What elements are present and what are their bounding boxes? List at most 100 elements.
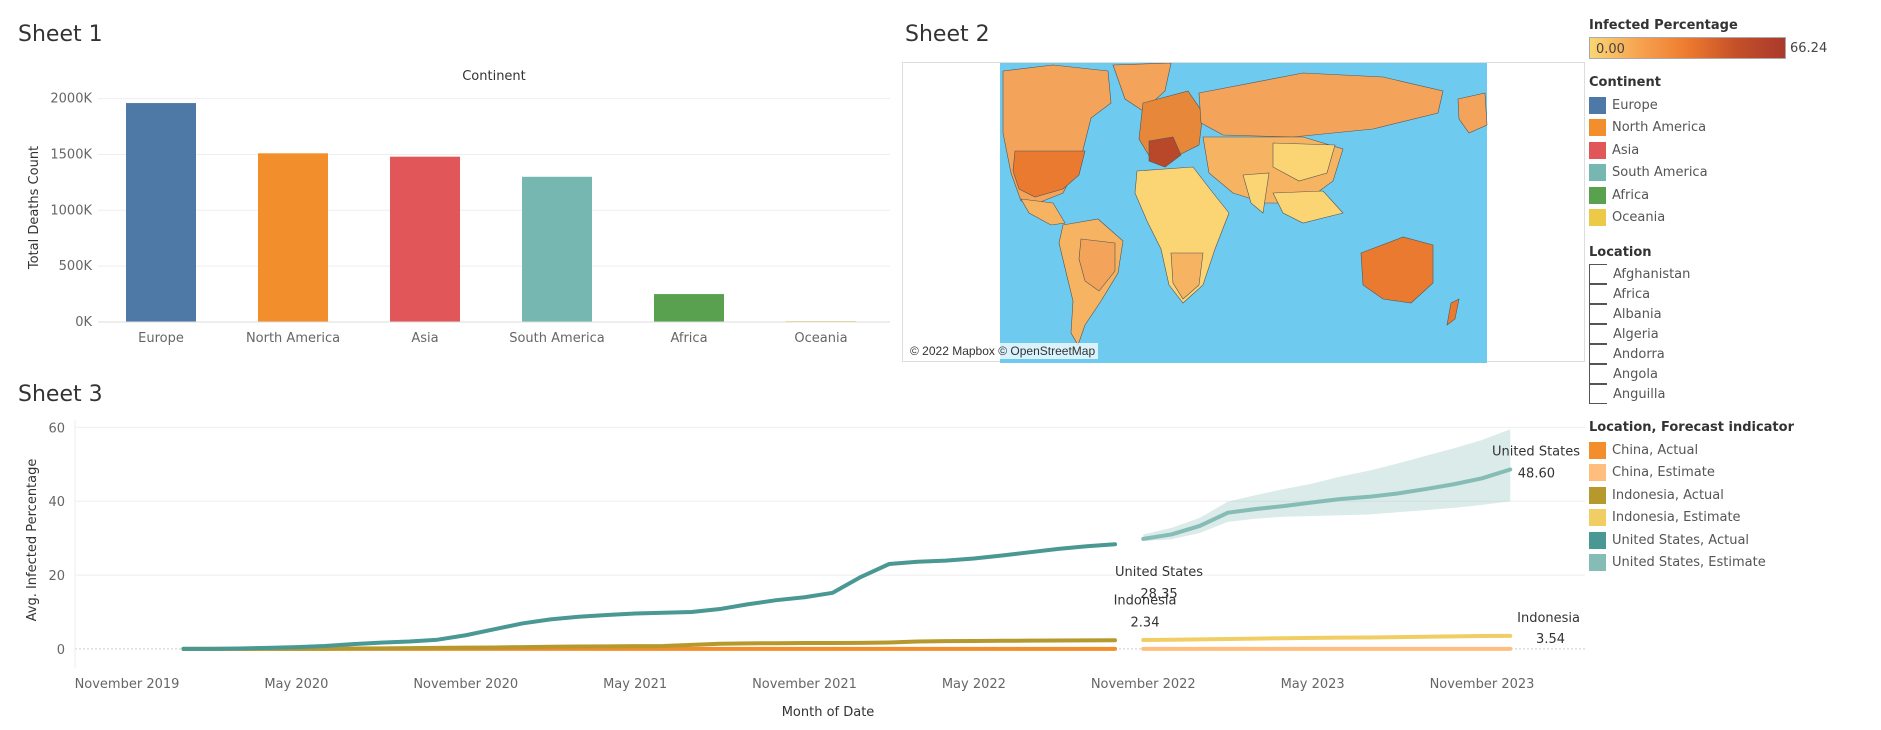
forecast-legend-item[interactable]: China, Actual bbox=[1589, 439, 1879, 462]
annotation-us-actual-name: United States bbox=[1115, 565, 1203, 580]
forecast-legend-item[interactable]: Indonesia, Estimate bbox=[1589, 507, 1879, 530]
infected-min: 0.00 bbox=[1596, 42, 1625, 57]
continent-legend-item[interactable]: South America bbox=[1589, 162, 1879, 185]
bar-chart[interactable]: Continent 0K 500K 1000K 1500K 2000K Total Deat… bbox=[0, 55, 900, 355]
line-xtick-label: May 2020 bbox=[264, 677, 328, 692]
line-ytick-label: 40 bbox=[48, 495, 65, 510]
forecast-label: Indonesia, Actual bbox=[1612, 487, 1724, 503]
continent-legend-item[interactable]: Oceania bbox=[1589, 207, 1879, 230]
location-label: Anguilla bbox=[1613, 386, 1666, 402]
annotation-us-estimate-value: 48.60 bbox=[1518, 466, 1555, 481]
location-label: Andorra bbox=[1613, 346, 1665, 362]
infected-gradient-bar: 0.00 bbox=[1589, 37, 1786, 59]
location-label: Afghanistan bbox=[1613, 266, 1691, 282]
location-checkbox[interactable] bbox=[1589, 304, 1607, 324]
continent-label: Oceania bbox=[1612, 210, 1666, 226]
bar-ytick-label: 1000K bbox=[50, 203, 92, 218]
location-filter-item[interactable]: Algeria bbox=[1589, 324, 1879, 344]
forecast-legend-title: Location, Forecast indicator bbox=[1589, 420, 1794, 435]
map-panel[interactable]: © 2022 Mapbox © OpenStreetMap bbox=[902, 62, 1586, 363]
continent-swatch bbox=[1589, 164, 1606, 182]
line-ytick-label: 60 bbox=[48, 421, 65, 436]
continent-legend-item[interactable]: Africa bbox=[1589, 184, 1879, 207]
continent-label: North America bbox=[1612, 120, 1707, 136]
location-checkbox[interactable] bbox=[1589, 264, 1607, 284]
line-xtick-label: May 2022 bbox=[942, 677, 1006, 692]
forecast-swatch bbox=[1589, 486, 1606, 504]
bar-ytick-label: 0K bbox=[75, 315, 92, 330]
annotation-indonesia-estimate-value: 3.54 bbox=[1536, 632, 1565, 647]
infected-legend-title: Infected Percentage bbox=[1589, 18, 1738, 33]
location-label: Algeria bbox=[1613, 326, 1659, 342]
forecast-legend-item[interactable]: United States, Estimate bbox=[1589, 552, 1879, 575]
bar-north-america bbox=[258, 153, 328, 322]
location-filter-item[interactable]: Afghanistan bbox=[1589, 264, 1879, 284]
sheet3-title: Sheet 3 bbox=[18, 382, 103, 407]
world-map[interactable] bbox=[903, 63, 1586, 363]
bar-asia bbox=[390, 156, 460, 322]
continent-legend-item[interactable]: North America bbox=[1589, 117, 1879, 140]
bar-south-america bbox=[522, 176, 592, 322]
bar-category-label: North America bbox=[246, 331, 340, 346]
location-filter-item[interactable]: Andorra bbox=[1589, 344, 1879, 364]
bar-chart-title: Continent bbox=[462, 69, 526, 84]
line-xtick-label: November 2021 bbox=[752, 677, 857, 692]
location-checkbox[interactable] bbox=[1589, 324, 1607, 344]
forecast-swatch bbox=[1589, 509, 1606, 527]
forecast-legend: Location, Forecast indicator China, Actu… bbox=[1589, 420, 1879, 574]
location-checkbox[interactable] bbox=[1589, 344, 1607, 364]
continent-label: Europe bbox=[1612, 97, 1658, 113]
location-filter-item[interactable]: Albania bbox=[1589, 304, 1879, 324]
continent-label: Asia bbox=[1612, 142, 1640, 158]
location-filter-item[interactable]: Africa bbox=[1589, 284, 1879, 304]
forecast-legend-item[interactable]: China, Estimate bbox=[1589, 462, 1879, 485]
forecast-swatch bbox=[1589, 554, 1606, 572]
location-label: Africa bbox=[1613, 286, 1651, 302]
annotation-indonesia-actual-name: Indonesia bbox=[1114, 593, 1177, 608]
infected-legend: Infected Percentage 0.00 66.24 bbox=[1589, 18, 1879, 59]
location-checkbox[interactable] bbox=[1589, 364, 1607, 384]
line-xtick-label: November 2022 bbox=[1091, 677, 1196, 692]
continent-label: Africa bbox=[1612, 187, 1650, 203]
continent-legend-item[interactable]: Asia bbox=[1589, 139, 1879, 162]
line-xtick-label: November 2020 bbox=[413, 677, 518, 692]
location-filter-item[interactable]: Angola bbox=[1589, 364, 1879, 384]
annotation-indonesia-estimate-name: Indonesia bbox=[1517, 611, 1580, 626]
continent-swatch bbox=[1589, 96, 1606, 114]
continent-legend: Continent Europe North America Asia South A… bbox=[1589, 75, 1879, 229]
location-label: Albania bbox=[1613, 306, 1662, 322]
line-ytick-label: 0 bbox=[57, 643, 65, 658]
forecast-label: United States, Estimate bbox=[1612, 555, 1766, 571]
location-label: Angola bbox=[1613, 366, 1658, 382]
continent-swatch bbox=[1589, 186, 1606, 204]
bar-africa bbox=[654, 294, 724, 322]
forecast-swatch bbox=[1589, 464, 1606, 482]
location-checkbox[interactable] bbox=[1589, 384, 1607, 404]
forecast-legend-item[interactable]: United States, Actual bbox=[1589, 529, 1879, 552]
location-legend: Location Afghanistan Africa Albania Algeria… bbox=[1589, 245, 1879, 404]
forecast-label: Indonesia, Estimate bbox=[1612, 510, 1741, 526]
location-checkbox[interactable] bbox=[1589, 284, 1607, 304]
bar-category-label: Oceania bbox=[794, 331, 847, 346]
forecast-label: China, Actual bbox=[1612, 442, 1699, 458]
forecast-swatch bbox=[1589, 441, 1606, 459]
legend-panel: Infected Percentage 0.00 66.24 Continent… bbox=[1589, 18, 1879, 590]
bar-ytick-label: 500K bbox=[59, 259, 93, 274]
continent-swatch bbox=[1589, 141, 1606, 159]
line-xtick-label: November 2023 bbox=[1430, 677, 1535, 692]
series-indonesia-estimate bbox=[1141, 633, 1513, 643]
bar-ytick-label: 2000K bbox=[50, 92, 92, 107]
forecast-label: United States, Actual bbox=[1612, 532, 1750, 548]
line-xtick-label: May 2023 bbox=[1281, 677, 1345, 692]
line-xtick-label: November 2019 bbox=[75, 677, 180, 692]
line-y-axis-label: Avg. Infected Percentage bbox=[25, 459, 40, 622]
continent-swatch bbox=[1589, 119, 1606, 137]
line-chart[interactable]: 0 20 40 60 November 2019 May 2020 November 202… bbox=[0, 410, 1585, 720]
series-united-states-actual bbox=[181, 542, 1118, 651]
sheet1-title: Sheet 1 bbox=[18, 22, 103, 47]
forecast-legend-item[interactable]: Indonesia, Actual bbox=[1589, 484, 1879, 507]
continent-legend-item[interactable]: Europe bbox=[1589, 94, 1879, 117]
forecast-label: China, Estimate bbox=[1612, 465, 1715, 481]
location-filter-item[interactable]: Anguilla bbox=[1589, 384, 1879, 404]
bar-category-label: South America bbox=[509, 331, 605, 346]
